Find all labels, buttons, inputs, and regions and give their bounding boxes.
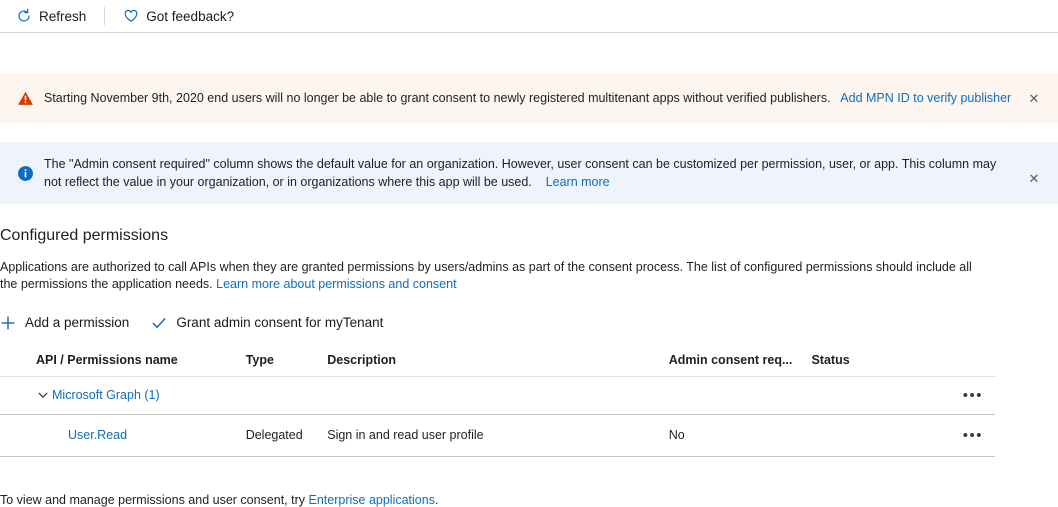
column-header-admin-consent-required[interactable]: Admin consent req... [668,348,812,377]
checkmark-icon [151,315,167,331]
info-learn-more-link[interactable]: Learn more [546,175,610,189]
add-permission-label: Add a permission [25,315,130,331]
refresh-button[interactable]: Refresh [8,4,94,28]
publisher-verification-warning-banner: Starting November 9th, 2020 end users wi… [0,73,1058,123]
toolbar-divider [104,7,106,25]
warning-banner-message: Starting November 9th, 2020 end users wi… [44,90,831,105]
got-feedback-button[interactable]: Got feedback? [115,4,242,28]
got-feedback-label: Got feedback? [146,8,235,24]
column-header-type[interactable]: Type [245,348,328,377]
permission-row-actions-cell: ••• [933,414,995,457]
group-context-menu-button[interactable]: ••• [959,386,987,405]
grant-admin-consent-button[interactable]: Grant admin consent for myTenant [151,313,383,333]
heart-icon [123,8,139,24]
chevron-down-icon[interactable] [36,388,50,402]
section-description-text: Applications are authorized to call APIs… [0,259,972,291]
api-group-link-microsoft-graph[interactable]: Microsoft Graph (1) [52,388,160,402]
permissions-action-bar: Add a permission Grant admin consent for… [0,313,1058,333]
enterprise-applications-link[interactable]: Enterprise applications [309,493,435,507]
refresh-icon [16,8,32,24]
permission-description-cell: Sign in and read user profile [327,414,669,457]
table-header-row: API / Permissions name Type Description … [0,348,995,377]
table-row: Microsoft Graph (1) ••• [0,376,995,415]
column-header-api-permissions-name[interactable]: API / Permissions name [0,348,246,377]
table-row: User.Read Delegated Sign in and read use… [0,414,995,457]
footer-text-after: . [434,492,439,507]
permission-admin-consent-cell: No [668,414,812,457]
column-header-status[interactable]: Status [811,348,934,377]
info-banner-message: The "Admin consent required" column show… [44,156,997,189]
permission-status-cell [811,414,934,457]
command-toolbar: Refresh Got feedback? [0,0,1058,33]
enterprise-applications-note: To view and manage permissions and user … [0,493,1058,507]
permissions-consent-learn-more-link[interactable]: Learn more about permissions and consent [216,277,456,291]
info-icon [16,164,34,182]
table-body: Microsoft Graph (1) ••• User.Read Delega… [0,376,995,457]
api-group-cell: Microsoft Graph (1) [0,376,934,415]
grant-admin-consent-label: Grant admin consent for myTenant [176,315,384,331]
info-banner-close-icon[interactable]: ✕ [1024,168,1044,188]
warning-icon [16,89,34,107]
warning-banner-text: Starting November 9th, 2020 end users wi… [44,89,1012,107]
column-header-actions [933,348,995,377]
footer-text-before: To view and manage permissions and user … [0,492,309,507]
refresh-label: Refresh [39,8,87,24]
permission-context-menu-button[interactable]: ••• [959,426,987,445]
group-row-actions-cell: ••• [933,376,995,415]
column-header-description[interactable]: Description [327,348,669,377]
permission-name-cell: User.Read [0,414,246,457]
page-title: Configured permissions [0,227,169,244]
section-description: Applications are authorized to call APIs… [0,259,992,293]
configured-permissions-table: API / Permissions name Type Description … [0,348,995,457]
add-mpn-id-link[interactable]: Add MPN ID to verify publisher [840,91,1011,105]
configured-permissions-section: Configured permissions Applications are … [0,226,1058,507]
admin-consent-info-banner: The "Admin consent required" column show… [0,142,1058,204]
plus-icon [0,315,16,331]
warning-banner-close-icon[interactable]: ✕ [1024,88,1044,108]
add-permission-button[interactable]: Add a permission [0,313,129,333]
permission-link-user-read[interactable]: User.Read [36,428,127,442]
info-banner-text: The "Admin consent required" column show… [44,155,1012,191]
permission-type-cell: Delegated [245,414,328,457]
table-header: API / Permissions name Type Description … [0,348,995,377]
